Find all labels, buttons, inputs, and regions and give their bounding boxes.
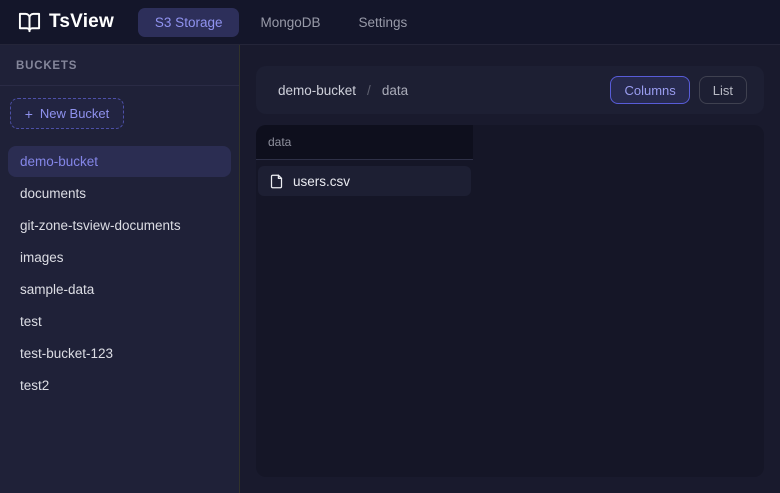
plus-icon: + <box>25 107 33 121</box>
file-row[interactable]: users.csv <box>258 166 471 196</box>
tab-s3-storage[interactable]: S3 Storage <box>138 8 240 37</box>
brand-title: TsView <box>49 11 114 33</box>
file-column: data users.csv <box>256 125 473 477</box>
list-view-button[interactable]: List <box>699 76 747 104</box>
column-header: data <box>256 125 473 160</box>
app-window: TsView S3 Storage MongoDB Settings BUCKE… <box>0 0 780 493</box>
sidebar-item-test-bucket-123[interactable]: test-bucket-123 <box>8 338 231 369</box>
breadcrumb-separator: / <box>367 83 371 98</box>
new-bucket-label: New Bucket <box>40 106 109 121</box>
sidebar-item-git-zone-tsview-documents[interactable]: git-zone-tsview-documents <box>8 210 231 241</box>
column-body: users.csv <box>256 160 473 202</box>
body-row: BUCKETS + New Bucket demo-bucket documen… <box>0 45 780 493</box>
file-browser-panel: data users.csv <box>256 125 764 477</box>
breadcrumb: demo-bucket / data <box>278 83 408 98</box>
columns-view-button[interactable]: Columns <box>610 76 689 104</box>
main-content: demo-bucket / data Columns List data <box>240 45 780 493</box>
new-bucket-button[interactable]: + New Bucket <box>10 98 124 129</box>
breadcrumb-bucket[interactable]: demo-bucket <box>278 83 356 98</box>
file-icon <box>269 173 284 190</box>
bucket-list: demo-bucket documents git-zone-tsview-do… <box>0 146 239 402</box>
sidebar-item-test[interactable]: test <box>8 306 231 337</box>
book-open-icon <box>18 11 41 34</box>
sidebar: BUCKETS + New Bucket demo-bucket documen… <box>0 45 240 493</box>
sidebar-item-test2[interactable]: test2 <box>8 370 231 401</box>
file-name: users.csv <box>293 174 350 189</box>
sidebar-item-sample-data[interactable]: sample-data <box>8 274 231 305</box>
view-toggle: Columns List <box>610 76 747 104</box>
sidebar-item-images[interactable]: images <box>8 242 231 273</box>
sidebar-item-demo-bucket[interactable]: demo-bucket <box>8 146 231 177</box>
main-nav: S3 Storage MongoDB Settings <box>138 8 424 37</box>
breadcrumb-folder[interactable]: data <box>382 83 408 98</box>
tab-settings[interactable]: Settings <box>342 8 425 37</box>
sidebar-item-documents[interactable]: documents <box>8 178 231 209</box>
app-header: TsView S3 Storage MongoDB Settings <box>0 0 780 45</box>
brand: TsView <box>18 11 114 34</box>
tab-mongodb[interactable]: MongoDB <box>243 8 337 37</box>
toolbar: demo-bucket / data Columns List <box>256 66 764 114</box>
buckets-section-title: BUCKETS <box>0 45 239 86</box>
